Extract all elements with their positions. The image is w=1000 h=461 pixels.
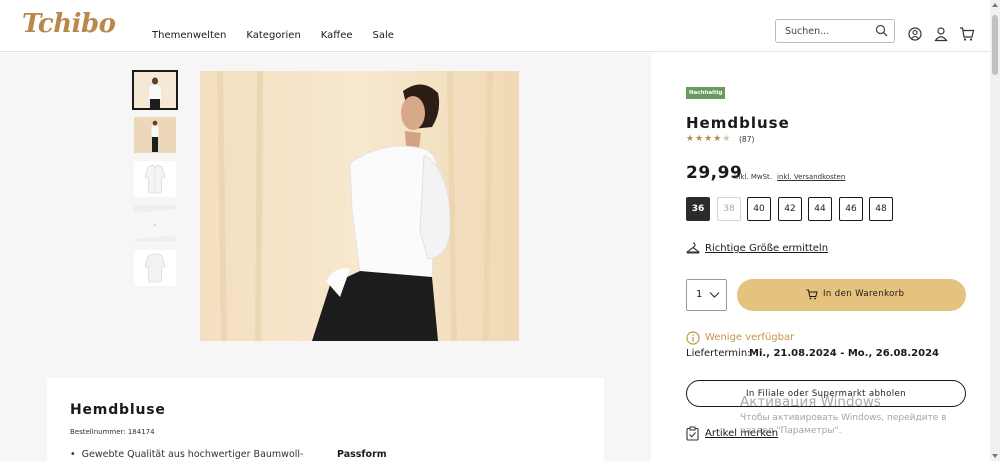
thumbnail-shirt-back[interactable] [134, 250, 176, 286]
page-scrollbar[interactable] [990, 0, 1000, 461]
product-title: Hemdbluse [686, 114, 790, 132]
size-option-42[interactable]: 42 [778, 197, 802, 221]
star-icon: ★ [704, 134, 713, 144]
nav-sale[interactable]: Sale [373, 30, 394, 41]
star-half-icon: ★ [722, 134, 731, 144]
search-box [775, 19, 895, 43]
hanger-icon [686, 242, 700, 254]
cart-icon [806, 289, 818, 300]
windows-activation-title: Активация Windows [740, 394, 881, 410]
passform-heading: Passform [337, 449, 387, 460]
main-nav: Themenwelten Kategorien Kaffee Sale [152, 30, 394, 41]
size-option-48[interactable]: 48 [869, 197, 893, 221]
availability-status: Wenige verfügbar [705, 332, 795, 343]
tax-note: inkl. MwSt. [734, 173, 773, 181]
size-option-38[interactable]: 38 [717, 197, 741, 221]
size-option-44[interactable]: 44 [808, 197, 832, 221]
clipboard-check-icon [686, 426, 699, 441]
scroll-up-arrow-icon[interactable] [992, 3, 998, 7]
description-bullet: • Gewebte Qualität aus hochwertiger Baum… [70, 449, 304, 460]
delivery-label: Liefertermin: [686, 348, 751, 359]
cart-icon[interactable] [959, 26, 975, 42]
windows-activation-text: Чтобы активировать Windows, перейдите в … [740, 413, 947, 436]
add-to-cart-button[interactable]: In den Warenkorb [737, 279, 966, 311]
add-to-cart-label: In den Warenkorb [823, 289, 905, 299]
star-icon: ★ [695, 134, 704, 144]
description-card: Hemdbluse Bestellnummer: 184174 • Gewebt… [47, 378, 604, 461]
thumbnail-shirt-front[interactable] [134, 161, 176, 197]
quantity-select[interactable]: 1 [686, 279, 727, 311]
scroll-down-arrow-icon[interactable] [992, 454, 998, 458]
coffee-bean-account-icon[interactable] [907, 26, 923, 42]
size-option-46[interactable]: 46 [839, 197, 863, 221]
user-icon[interactable] [933, 26, 949, 42]
search-input[interactable] [785, 24, 870, 39]
tchibo-logo[interactable]: Tchibo [22, 9, 116, 39]
shipping-costs-link[interactable]: inkl. Versandkosten [777, 173, 845, 181]
nav-kaffee[interactable]: Kaffee [321, 30, 353, 41]
size-option-40[interactable]: 40 [747, 197, 771, 221]
nav-themenwelten[interactable]: Themenwelten [152, 30, 226, 41]
size-option-36[interactable]: 36 [686, 197, 710, 221]
sustainable-badge: Nachhaltig [686, 87, 726, 99]
search-icon[interactable] [875, 24, 888, 37]
thumbnail-model-front[interactable] [132, 70, 178, 110]
description-title: Hemdbluse [70, 402, 166, 418]
thumbnail-shirt-detail[interactable] [134, 205, 176, 241]
rating-count[interactable]: (87) [739, 135, 754, 144]
article-number: Bestellnummer: 184174 [70, 428, 155, 436]
chevron-down-icon [709, 292, 720, 298]
nav-kategorien[interactable]: Kategorien [246, 30, 300, 41]
star-icon: ★ [686, 134, 695, 144]
scrollbar-thumb[interactable] [992, 15, 998, 75]
size-guide-link[interactable]: Richtige Größe ermitteln [705, 243, 828, 254]
product-main-image[interactable] [200, 71, 519, 341]
description-bullet-text: Gewebte Qualität aus hochwertiger Baumwo… [81, 449, 304, 460]
delivery-date: Mi., 21.08.2024 - Mo., 26.08.2024 [749, 348, 939, 359]
thumbnail-model-full[interactable] [134, 117, 176, 153]
star-icon: ★ [713, 134, 722, 144]
quantity-value: 1 [696, 289, 703, 300]
info-icon [686, 331, 700, 345]
site-header: Tchibo Themenwelten Kategorien Kaffee Sa… [0, 0, 990, 52]
rating-stars[interactable]: ★ ★ ★ ★ ★ [686, 135, 730, 144]
